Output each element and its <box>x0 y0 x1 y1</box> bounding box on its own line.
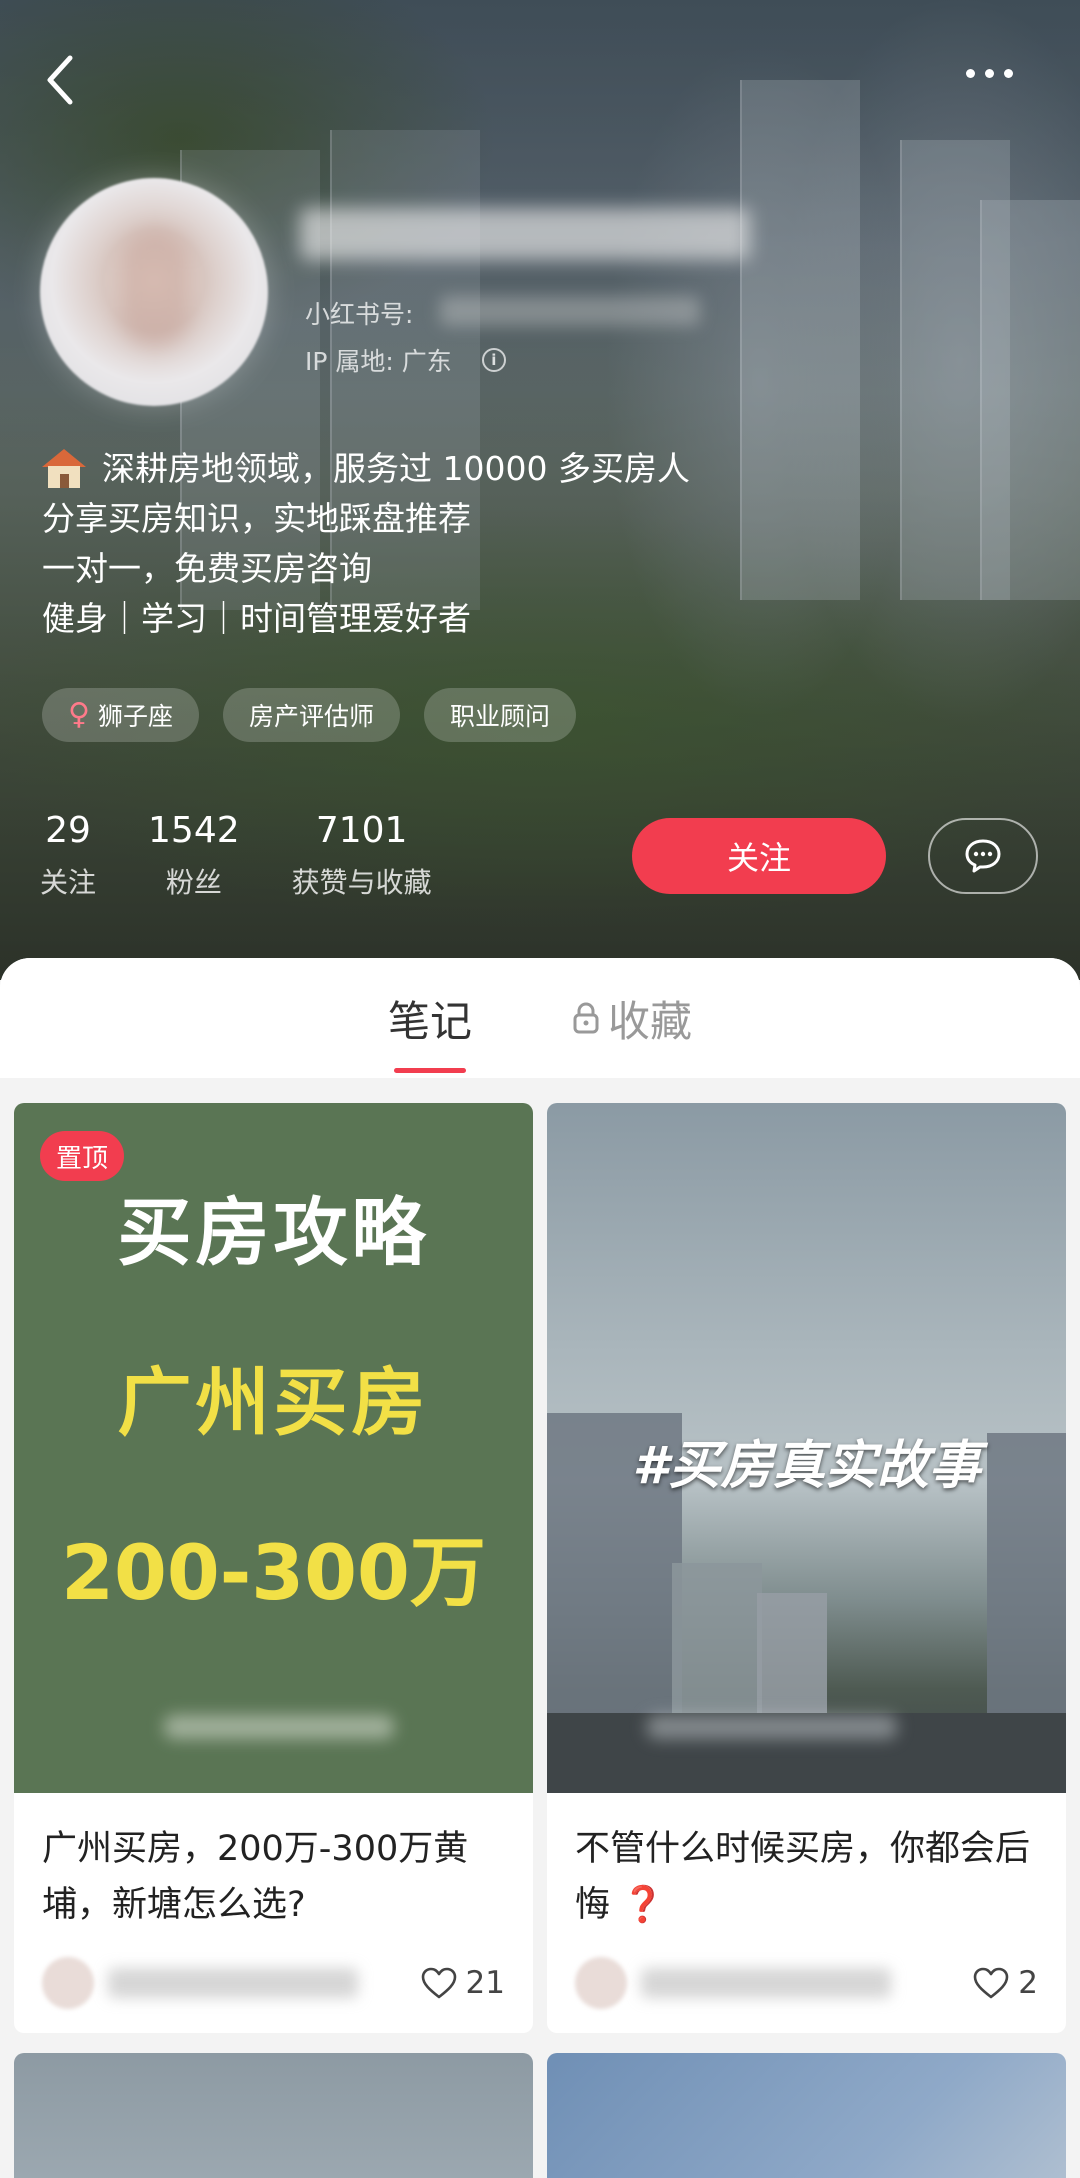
tag-label: 狮子座 <box>97 702 173 731</box>
stat-value: 29 <box>45 810 91 851</box>
author-name-blurred[interactable] <box>641 1968 891 1998</box>
bio-line: 一对一，免费买房咨询 <box>42 549 372 588</box>
author-avatar[interactable] <box>575 1957 627 2009</box>
note-card-body: 广州买房，200万-300万黄埔，新塘怎么选? 21 <box>14 1793 533 2033</box>
background-building <box>980 200 1080 600</box>
back-arrow-icon <box>47 55 73 105</box>
note-title[interactable]: 广州买房，200万-300万黄埔，新塘怎么选? <box>42 1821 505 1933</box>
note-cover[interactable] <box>14 2053 533 2178</box>
more-button[interactable] <box>966 58 1036 88</box>
red-id-label: 小红书号: <box>305 300 414 329</box>
ip-location-text: IP 属地: 广东 <box>305 347 452 376</box>
background-building <box>900 140 1010 600</box>
like-count: 2 <box>1018 1965 1038 2001</box>
like-button[interactable]: 2 <box>972 1965 1038 2001</box>
pinned-badge: 置顶 <box>40 1131 125 1181</box>
cover-building <box>757 1593 827 1713</box>
follow-button[interactable]: 关注 <box>632 818 886 894</box>
profile-tags: ♀ 狮子座 房产评估师 职业顾问 <box>42 688 577 742</box>
note-card[interactable] <box>14 2053 533 2178</box>
question-icon: ❓ <box>621 1885 665 1925</box>
info-icon[interactable]: i <box>481 348 506 372</box>
more-dots-icon <box>966 68 975 78</box>
red-id-blurred <box>440 296 700 326</box>
note-card[interactable]: 置顶 买房攻略 广州买房 200-300万 广州买房，200万-300万黄埔，新… <box>14 1103 533 2033</box>
stat-label: 关注 <box>40 866 97 899</box>
stat-label: 粉丝 <box>165 866 222 899</box>
tab-notes[interactable]: 笔记 <box>388 988 472 1073</box>
cover-text: 买房攻略 <box>117 1190 430 1276</box>
note-footer: 2 <box>575 1933 1038 2033</box>
cover-text: 广州买房 <box>117 1360 430 1446</box>
house-icon <box>42 449 86 489</box>
tag-role[interactable]: 职业顾问 <box>424 688 577 742</box>
stat-following[interactable]: 29 关注 <box>40 810 96 901</box>
note-card[interactable] <box>547 2053 1066 2178</box>
chat-bubble-icon <box>965 839 1001 873</box>
back-button[interactable] <box>40 50 90 110</box>
ip-location: IP 属地: 广东 i <box>305 342 506 378</box>
nickname-blurred <box>300 208 750 260</box>
author-name-blurred[interactable] <box>108 1968 358 1998</box>
profile-stats: 29 关注 1542 粉丝 7101 获赞与收藏 <box>40 810 484 901</box>
tag-zodiac[interactable]: ♀ 狮子座 <box>42 688 199 742</box>
note-cover[interactable]: 置顶 买房攻略 广州买房 200-300万 <box>14 1103 533 1793</box>
bio-line: 深耕房地领域，服务过 10000 多买房人 <box>42 444 690 494</box>
note-cover[interactable] <box>547 2053 1066 2178</box>
profile-bio: 深耕房地领域，服务过 10000 多买房人 分享买房知识，实地踩盘推荐 一对一，… <box>42 444 690 644</box>
stat-label: 获赞与收藏 <box>291 866 432 899</box>
content-panel: 笔记 收藏 置顶 买房攻略 广州买房 200-300万 广州买房，200万-30… <box>0 958 1080 2178</box>
cover-text: #买房真实故事 <box>632 1436 981 1496</box>
heart-icon <box>421 1967 456 1999</box>
avatar[interactable] <box>40 178 268 406</box>
tab-collections[interactable]: 收藏 <box>572 988 692 1049</box>
bio-line: 健身｜学习｜时间管理爱好者 <box>42 599 471 638</box>
bio-line: 分享买房知识，实地踩盘推荐 <box>42 499 471 538</box>
note-cover[interactable]: #买房真实故事 <box>547 1103 1066 1793</box>
lock-icon <box>573 1002 599 1034</box>
note-card-body: 不管什么时候买房，你都会后悔 ❓ 2 <box>547 1793 1066 2033</box>
background-building <box>740 80 860 600</box>
stat-value: 1542 <box>148 810 240 851</box>
stat-value: 7101 <box>315 810 408 851</box>
stat-likes-collects[interactable]: 7101 获赞与收藏 <box>292 810 432 901</box>
cover-watermark-blurred <box>647 1715 897 1739</box>
author-avatar[interactable] <box>42 1957 94 2009</box>
message-button[interactable] <box>928 818 1038 894</box>
stat-followers[interactable]: 1542 粉丝 <box>148 810 240 901</box>
note-footer: 21 <box>42 1933 505 2033</box>
cover-watermark-blurred <box>164 1715 394 1739</box>
female-icon: ♀ <box>68 697 90 732</box>
tab-label: 收藏 <box>608 996 693 1046</box>
note-title[interactable]: 不管什么时候买房，你都会后悔 ❓ <box>575 1821 1038 1933</box>
like-count: 21 <box>465 1965 505 2001</box>
like-button[interactable]: 21 <box>420 1965 505 2001</box>
content-tabs: 笔记 收藏 <box>0 958 1080 1078</box>
cover-text: 200-300万 <box>61 1528 486 1617</box>
cover-building <box>672 1563 762 1713</box>
heart-icon <box>973 1967 1009 1999</box>
bio-line-text: 深耕房地领域，服务过 10000 多买房人 <box>102 449 690 488</box>
tag-profession[interactable]: 房产评估师 <box>223 688 401 742</box>
note-card[interactable]: #买房真实故事 不管什么时候买房，你都会后悔 ❓ 2 <box>547 1103 1066 2033</box>
